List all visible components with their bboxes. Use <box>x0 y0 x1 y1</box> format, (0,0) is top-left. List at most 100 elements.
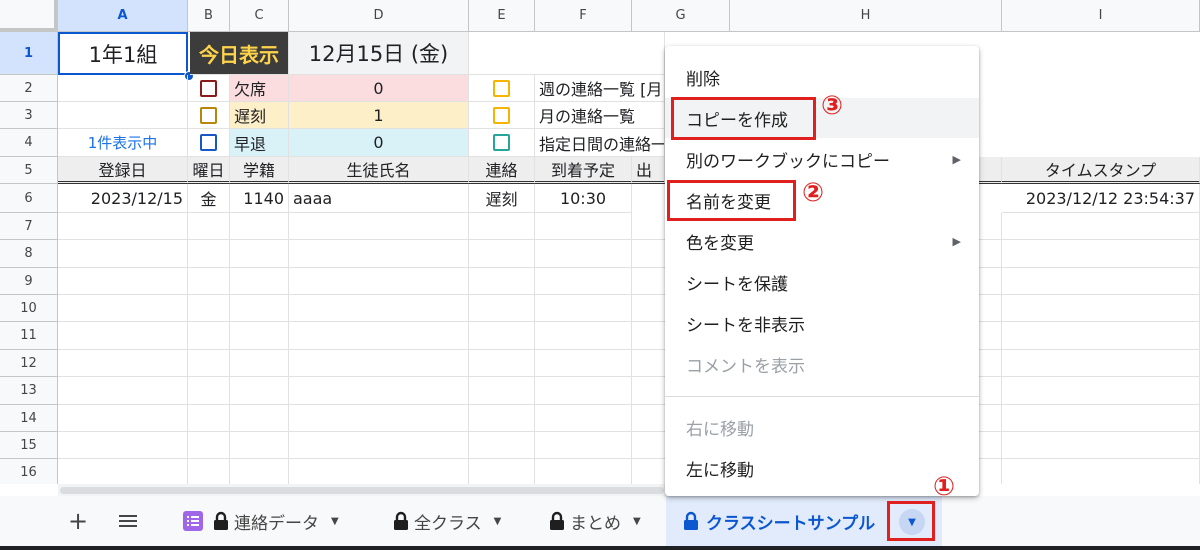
empty-cell[interactable] <box>188 459 230 484</box>
empty-cell[interactable] <box>469 459 535 484</box>
empty-cell[interactable] <box>469 432 535 459</box>
late-checkbox-cell[interactable] <box>188 102 230 129</box>
column-header-d[interactable]: D <box>289 0 469 32</box>
empty-cell[interactable] <box>230 377 289 405</box>
empty-cell[interactable] <box>289 350 469 377</box>
scrollbar-thumb[interactable] <box>60 487 664 494</box>
empty-cell[interactable] <box>1002 432 1200 459</box>
empty-cell[interactable] <box>58 405 188 432</box>
empty-cell[interactable] <box>230 405 289 432</box>
empty-cell[interactable] <box>1002 350 1200 377</box>
empty-cell[interactable] <box>230 322 289 350</box>
empty-cell[interactable] <box>230 268 289 295</box>
record-timestamp[interactable]: 2023/12/12 23:54:37 <box>1002 184 1200 213</box>
empty-cell[interactable] <box>1002 405 1200 432</box>
column-header-c[interactable]: C <box>230 0 289 32</box>
row-header-5[interactable]: 5 <box>0 157 58 184</box>
record-contact[interactable]: 遅刻 <box>469 184 535 213</box>
empty-cell[interactable] <box>289 240 469 268</box>
date-cell[interactable]: 12月15日 (金) <box>289 32 469 75</box>
empty-cell[interactable] <box>1002 322 1200 350</box>
empty-cell[interactable] <box>230 350 289 377</box>
column-header-f[interactable]: F <box>535 0 632 32</box>
empty-cell[interactable] <box>289 459 469 484</box>
row-header-10[interactable]: 10 <box>0 295 58 322</box>
empty-cell[interactable] <box>289 405 469 432</box>
empty-cell[interactable] <box>230 459 289 484</box>
caret-down-icon[interactable]: ▼ <box>494 516 502 527</box>
weekly-report-checkbox[interactable] <box>493 79 510 97</box>
empty-cell[interactable] <box>188 432 230 459</box>
range-report-checkbox-cell[interactable] <box>469 129 535 157</box>
row-header-2[interactable]: 2 <box>0 75 58 102</box>
row-header-15[interactable]: 15 <box>0 432 58 459</box>
empty-cell[interactable] <box>188 322 230 350</box>
menu-item-hide-sheet[interactable]: シートを非表示 <box>665 303 979 343</box>
empty-cell[interactable] <box>230 240 289 268</box>
weekly-report-checkbox-cell[interactable] <box>469 75 535 102</box>
horizontal-scrollbar[interactable] <box>58 484 666 496</box>
empty-cell[interactable] <box>188 213 230 240</box>
column-header-i[interactable]: I <box>1002 0 1200 32</box>
column-header-h[interactable]: H <box>730 0 1002 32</box>
menu-item-move-left[interactable]: 左に移動 <box>665 448 979 488</box>
late-checkbox[interactable] <box>200 106 217 124</box>
empty-cell[interactable] <box>469 405 535 432</box>
class-name-cell[interactable]: 1年1組 <box>58 32 188 75</box>
record-student-name[interactable]: aaaa <box>289 184 469 213</box>
empty-cell[interactable] <box>58 459 188 484</box>
record-weekday[interactable]: 金 <box>188 184 230 213</box>
monthly-report-checkbox-cell[interactable] <box>469 102 535 129</box>
empty-cell[interactable] <box>535 350 632 377</box>
menu-icon[interactable] <box>114 496 142 546</box>
empty-cell[interactable] <box>1002 377 1200 405</box>
empty-cell[interactable] <box>535 377 632 405</box>
empty-cell[interactable] <box>289 213 469 240</box>
plus-icon[interactable]: + <box>66 496 90 546</box>
empty-cell[interactable] <box>188 268 230 295</box>
empty-cell[interactable] <box>1002 295 1200 322</box>
row-header-7[interactable]: 7 <box>0 213 58 240</box>
empty-cell[interactable] <box>535 240 632 268</box>
empty-cell[interactable] <box>469 350 535 377</box>
empty-cell[interactable] <box>535 322 632 350</box>
empty-cell[interactable] <box>535 432 632 459</box>
column-header-g[interactable]: G <box>632 0 730 32</box>
empty-cell[interactable] <box>58 350 188 377</box>
empty-cell[interactable] <box>535 459 632 484</box>
row-header-16[interactable]: 16 <box>0 459 58 484</box>
empty-cell[interactable] <box>58 75 188 102</box>
today-display-button[interactable]: 今日表示 <box>190 32 289 75</box>
row-header-6[interactable]: 6 <box>0 184 58 213</box>
row-header-8[interactable]: 8 <box>0 240 58 268</box>
empty-cell[interactable] <box>469 240 535 268</box>
record-date[interactable]: 2023/12/15 <box>58 184 188 213</box>
empty-cell[interactable] <box>58 102 188 129</box>
absent-checkbox[interactable] <box>200 79 217 97</box>
column-header-b[interactable]: B <box>188 0 230 32</box>
empty-cell[interactable] <box>289 322 469 350</box>
empty-cell[interactable] <box>1002 268 1200 295</box>
record-arrival[interactable]: 10:30 <box>535 184 632 213</box>
row-header-3[interactable]: 3 <box>0 102 58 129</box>
empty-cell[interactable] <box>289 432 469 459</box>
monthly-report-checkbox[interactable] <box>493 106 510 124</box>
empty-cell[interactable] <box>535 405 632 432</box>
empty-cell[interactable] <box>469 322 535 350</box>
absent-checkbox-cell[interactable] <box>188 75 230 102</box>
range-report-checkbox[interactable] <box>493 134 510 151</box>
empty-cell[interactable] <box>58 213 188 240</box>
empty-cell[interactable] <box>188 405 230 432</box>
tab-contact-data[interactable]: 連絡データ ▼ <box>170 496 372 550</box>
empty-cell[interactable] <box>188 377 230 405</box>
empty-cell[interactable] <box>535 295 632 322</box>
early-leave-checkbox[interactable] <box>200 134 217 151</box>
select-all-corner[interactable] <box>0 0 58 32</box>
row-header-4[interactable]: 4 <box>0 129 58 157</box>
row-header-13[interactable]: 13 <box>0 377 58 405</box>
menu-item-copy-to-workbook[interactable]: 別のワークブックにコピー ▶ <box>665 139 979 179</box>
empty-cell[interactable] <box>469 295 535 322</box>
record-student-no[interactable]: 1140 <box>230 184 289 213</box>
empty-cell[interactable] <box>230 432 289 459</box>
empty-cell[interactable] <box>469 32 665 75</box>
